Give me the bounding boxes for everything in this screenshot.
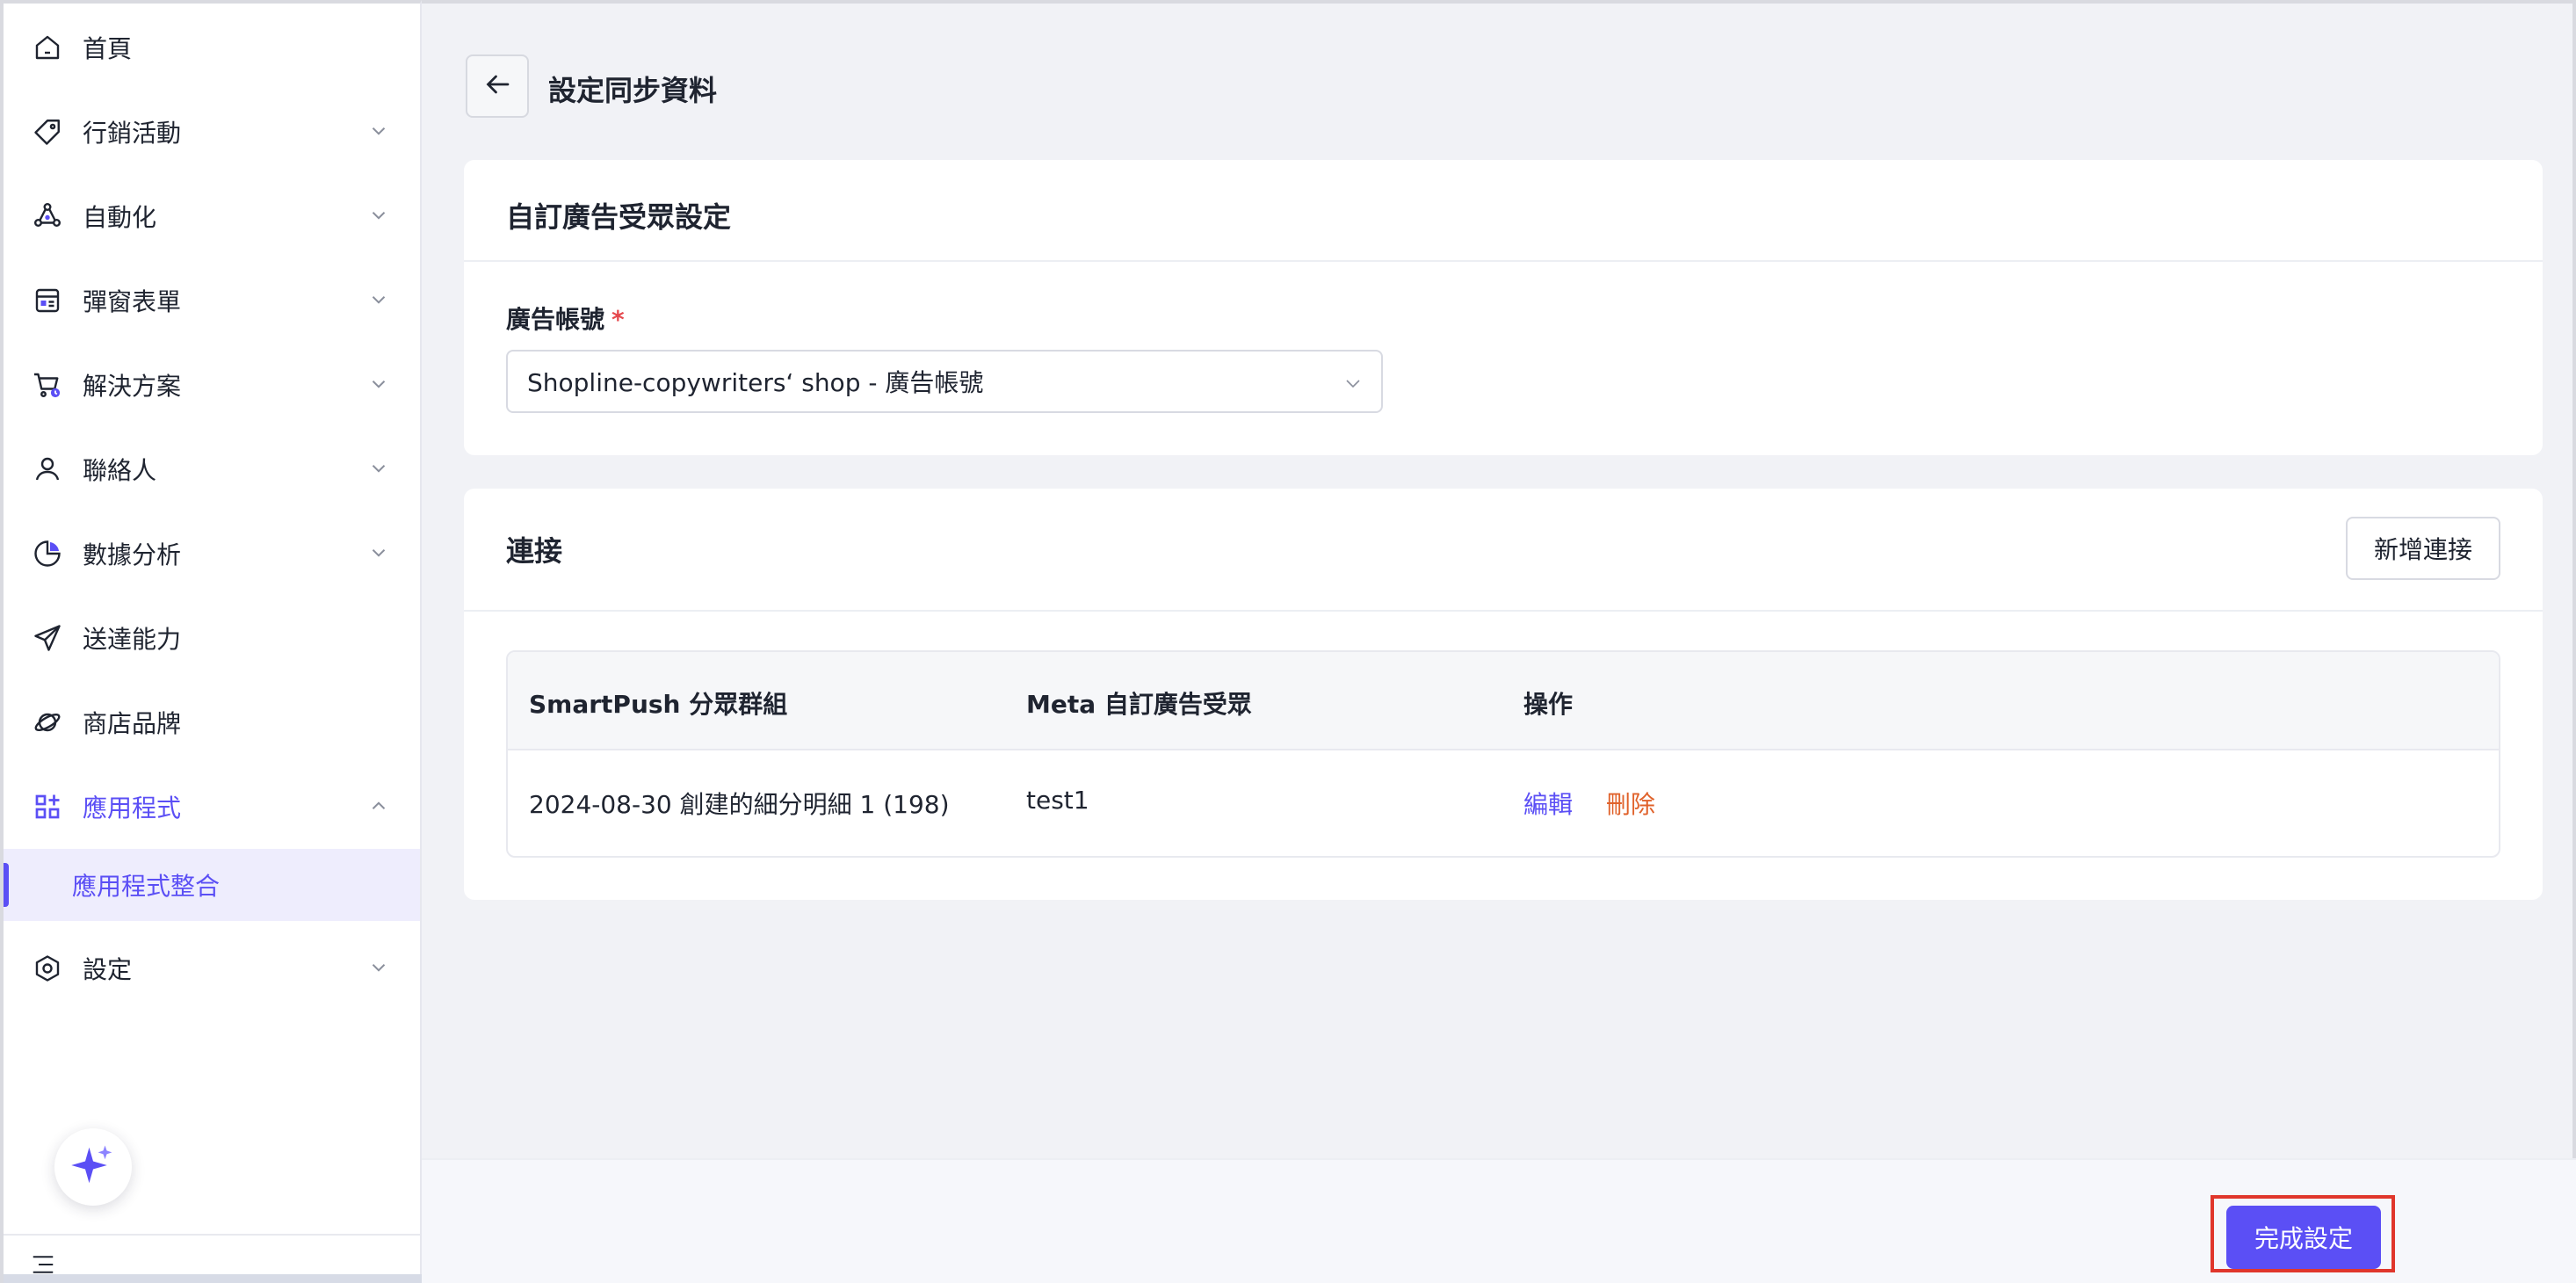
sidebar-item-label: 自動化 (83, 203, 157, 232)
chevron-up-icon (367, 794, 390, 817)
sidebar-item-brand[interactable]: 商店品牌 (4, 684, 420, 761)
settings-icon (30, 951, 65, 986)
card-divider (464, 610, 2543, 612)
connections-card: 連接 新增連接 SmartPush 分眾群組 Meta 自訂廣告受眾 操作 20… (464, 489, 2543, 900)
field-label-text: 廣告帳號 (506, 305, 605, 334)
sidebar-item-apps[interactable]: 應用程式 (4, 768, 420, 845)
chevron-down-icon (367, 541, 390, 564)
sidebar-item-label: 送達能力 (83, 625, 182, 654)
card-title: 連接 (506, 534, 563, 568)
sidebar-item-label: 首頁 (83, 34, 133, 63)
chevron-down-icon (367, 288, 390, 311)
add-connection-button[interactable]: 新增連接 (2346, 517, 2500, 580)
sidebar-item-label: 應用程式 (83, 794, 182, 823)
sidebar-item-label: 解決方案 (83, 372, 182, 401)
form-icon (30, 283, 65, 318)
sidebar-item-label: 設定 (83, 955, 133, 984)
page-title: 設定同步資料 (548, 74, 718, 107)
horizontal-scrollbar[interactable] (4, 1274, 466, 1283)
chevron-down-icon (367, 956, 390, 979)
column-header-segment: SmartPush 分眾群組 (529, 690, 788, 719)
pie-chart-icon (30, 536, 65, 571)
edit-link[interactable]: 編輯 (1523, 786, 1573, 821)
sidebar-item-marketing[interactable]: 行銷活動 (4, 93, 420, 170)
sidebar-subitem-label: 應用程式整合 (72, 872, 221, 901)
connections-table: SmartPush 分眾群組 Meta 自訂廣告受眾 操作 2024-08-30… (506, 650, 2500, 858)
sparkle-icon (69, 1142, 117, 1192)
sidebar-item-analytics[interactable]: 數據分析 (4, 515, 420, 592)
card-title: 自訂廣告受眾設定 (506, 200, 732, 234)
sidebar-item-label: 彈窗表單 (83, 287, 182, 316)
cell-segment: 2024-08-30 創建的細分明細 1 (198) (529, 790, 950, 819)
sidebar-divider (4, 1234, 420, 1236)
sidebar-item-home[interactable]: 首頁 (4, 9, 420, 86)
table-header: SmartPush 分眾群組 Meta 自訂廣告受眾 操作 (508, 652, 2499, 750)
sidebar-item-solutions[interactable]: 解決方案 (4, 346, 420, 424)
delete-link[interactable]: 刪除 (1606, 786, 1655, 821)
card-divider (464, 260, 2543, 262)
main-content: 設定同步資料 自訂廣告受眾設定 廣告帳號 * Shopline-copywrite… (422, 0, 2576, 1283)
sidebar-item-label: 商店品牌 (83, 709, 182, 738)
chevron-down-icon (367, 120, 390, 142)
sidebar-item-settings[interactable]: 設定 (4, 930, 420, 1007)
send-icon (30, 620, 65, 656)
brand-icon (30, 705, 65, 740)
required-mark: * (611, 305, 625, 334)
ai-assistant-button[interactable] (54, 1128, 132, 1206)
automation-icon (30, 199, 65, 234)
ad-account-select[interactable]: Shopline-copywriters‘ shop - 廣告帳號 (506, 350, 1383, 413)
sidebar-subitem-app-integrations[interactable]: 應用程式整合 (4, 849, 420, 921)
sidebar-item-forms[interactable]: 彈窗表單 (4, 262, 420, 339)
sidebar-item-deliverability[interactable]: 送達能力 (4, 599, 420, 677)
sidebar-item-contacts[interactable]: 聯絡人 (4, 431, 420, 508)
cart-icon (30, 367, 65, 402)
sidebar-item-label: 數據分析 (83, 540, 182, 569)
tag-icon (30, 114, 65, 149)
apps-icon (30, 789, 65, 824)
arrow-left-icon (481, 69, 513, 104)
column-header-actions: 操作 (1523, 690, 1574, 719)
chevron-down-icon (367, 373, 390, 395)
back-button[interactable] (466, 54, 529, 118)
finish-setup-button[interactable]: 完成設定 (2226, 1206, 2381, 1269)
sidebar-item-label: 行銷活動 (83, 119, 182, 148)
select-value: Shopline-copywriters‘ shop - 廣告帳號 (527, 368, 984, 397)
sidebar: 首頁 行銷活動 自動化 彈窗表單 解決方案 聯絡人 數據分析 送達能力 商店品牌… (0, 0, 466, 1283)
audience-settings-card: 自訂廣告受眾設定 廣告帳號 * Shopline-copywriters‘ sho… (464, 160, 2543, 455)
ad-account-label: 廣告帳號 * (506, 301, 625, 336)
column-header-audience: Meta 自訂廣告受眾 (1026, 690, 1252, 719)
home-icon (30, 30, 65, 65)
user-icon (30, 452, 65, 487)
sidebar-item-automation[interactable]: 自動化 (4, 178, 420, 255)
chevron-down-icon (367, 457, 390, 480)
footer-bar: 完成設定 (422, 1158, 2576, 1283)
cell-audience: test1 (1026, 786, 1089, 815)
chevron-down-icon (367, 204, 390, 227)
sidebar-item-label: 聯絡人 (83, 456, 157, 485)
